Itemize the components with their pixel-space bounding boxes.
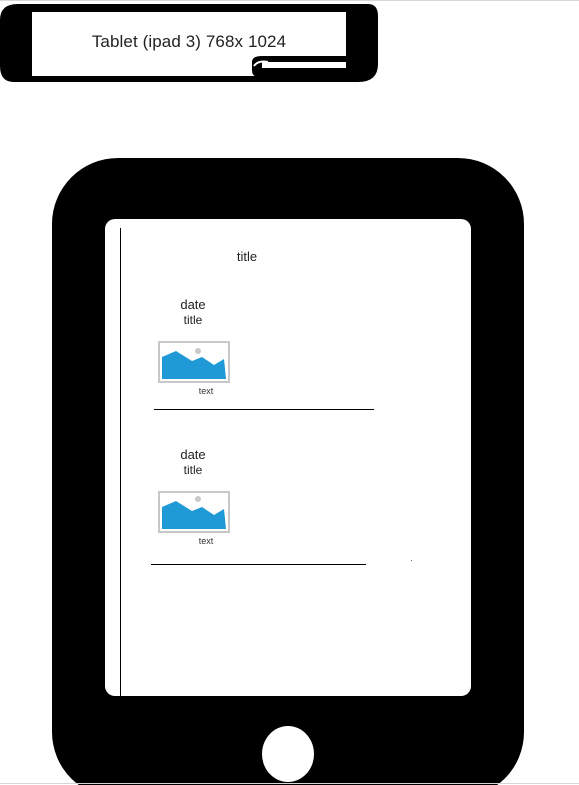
- item-date: date: [180, 297, 206, 312]
- item-title: title: [183, 463, 203, 477]
- item-date: date: [180, 447, 206, 462]
- tablet-screen: [105, 219, 471, 696]
- top-border: [0, 0, 579, 1]
- home-button[interactable]: [262, 726, 314, 782]
- screen-title: title: [236, 249, 258, 264]
- title-banner: Tablet (ipad 3) 768x 1024: [0, 4, 380, 84]
- wireframe-page: Tablet (ipad 3) 768x 1024 title date tit…: [0, 0, 579, 785]
- image-placeholder-icon: [158, 341, 230, 383]
- stray-mark: [411, 560, 412, 561]
- bottom-border: [0, 783, 579, 784]
- item-text: text: [198, 386, 214, 396]
- item-divider: [151, 564, 366, 565]
- banner-label: Tablet (ipad 3) 768x 1024: [91, 32, 287, 51]
- item-text: text: [198, 536, 214, 546]
- scroll-indicator-line: [120, 228, 121, 718]
- item-divider: [154, 409, 374, 410]
- item-title: title: [183, 313, 203, 327]
- image-placeholder-icon: [158, 491, 230, 533]
